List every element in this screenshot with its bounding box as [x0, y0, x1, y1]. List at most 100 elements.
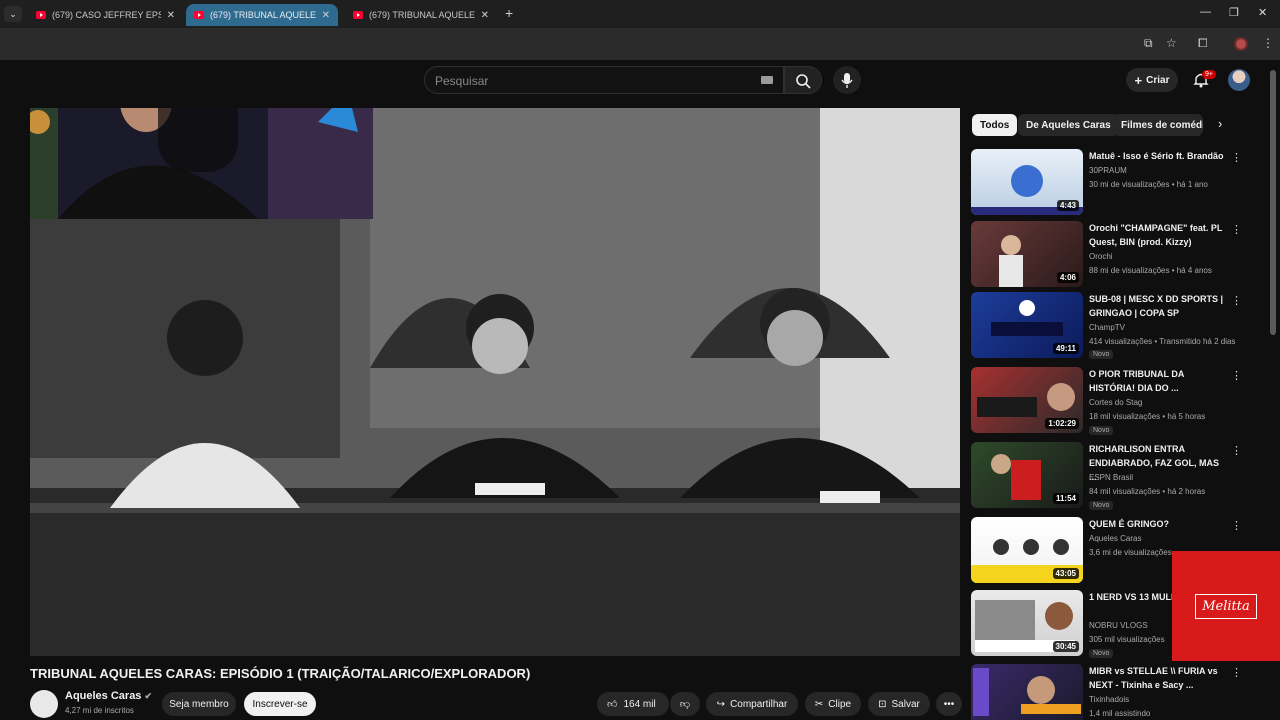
tab-title: (679) TRIBUNAL AQUELES CAR: [369, 10, 475, 20]
thumbs-down-icon: 👎︎: [679, 699, 691, 710]
tab-title: (679) CASO JEFFREY EPSTEIN C: [52, 10, 161, 20]
recommendation-meta: 305 mil visualizações: [1089, 635, 1165, 644]
recommendation-item[interactable]: MIBR vs STELLAE \\ FURIA vs NEXT - Tixin…: [971, 664, 1261, 720]
channel-avatar[interactable]: [30, 690, 58, 718]
video-thumbnail[interactable]: 11:54: [971, 442, 1083, 508]
browser-tab-active[interactable]: (679) TRIBUNAL AQUELES CAR ✕: [186, 4, 338, 26]
save-button[interactable]: ⊡ Salvar: [868, 692, 930, 716]
minimize-icon[interactable]: —: [1200, 6, 1211, 18]
ad-brand-logo: Melitta: [1195, 593, 1257, 619]
video-title: TRIBUNAL AQUELES CARAS: EPISÓDIO 1 (TRAI…: [30, 666, 531, 681]
video-thumbnail[interactable]: 1:02:29: [971, 367, 1083, 433]
recommendation-item[interactable]: 11:54 RICHARLISON ENTRA ENDIABRADO, FAZ …: [971, 442, 1261, 510]
recommendation-channel[interactable]: Aqueles Caras: [1089, 534, 1141, 543]
recommendation-title: Matuê - Isso é Sério ft. Brandão: [1089, 151, 1224, 161]
browser-tab[interactable]: (679) TRIBUNAL AQUELES CAR ✕: [345, 4, 497, 26]
more-vertical-icon[interactable]: ⋮: [1231, 444, 1242, 457]
channel-name[interactable]: Aqueles Caras ✔: [65, 690, 152, 702]
chevron-right-icon[interactable]: ›: [1218, 116, 1222, 131]
more-vertical-icon[interactable]: ⋮: [1231, 369, 1242, 382]
tab-search-button[interactable]: ⌄: [4, 6, 22, 22]
voice-search-button[interactable]: [833, 66, 861, 94]
keyboard-icon[interactable]: [761, 76, 773, 84]
new-badge: Novo: [1089, 501, 1114, 510]
recommendation-channel[interactable]: ChampTV: [1089, 323, 1125, 332]
more-vertical-icon[interactable]: ⋮: [1231, 294, 1242, 307]
tab-title: (679) TRIBUNAL AQUELES CAR: [210, 10, 316, 20]
browser-tab[interactable]: (679) CASO JEFFREY EPSTEIN C ✕: [28, 4, 183, 26]
recommendation-item[interactable]: 1:02:29 O PIOR TRIBUNAL DA HISTÓRIA! DIA…: [971, 367, 1261, 435]
notification-count-badge: 9+: [1202, 70, 1216, 79]
melitta-ad-overlay[interactable]: Melitta: [1172, 551, 1280, 661]
browser-menu-icon[interactable]: ⋮: [1262, 36, 1274, 50]
more-vertical-icon[interactable]: ⋮: [1231, 519, 1242, 532]
account-avatar[interactable]: [1228, 69, 1250, 91]
recommendation-meta: 30 mi de visualizações • há 1 ano: [1089, 180, 1208, 189]
bookmark-star-icon[interactable]: ☆: [1166, 36, 1177, 50]
close-tab-icon[interactable]: ✕: [322, 10, 330, 21]
video-duration: 4:06: [1056, 272, 1079, 283]
video-duration: 4:43: [1056, 200, 1079, 211]
video-player[interactable]: [30, 108, 960, 656]
streamer-webcam-image: [30, 108, 373, 219]
video-thumbnail[interactable]: [971, 664, 1083, 720]
new-tab-button[interactable]: +: [505, 5, 513, 21]
recommendation-item[interactable]: 49:11 SUB-08 | MESC X DD SPORTS | GRINGA…: [971, 292, 1261, 359]
video-thumbnail[interactable]: 4:43: [971, 149, 1083, 215]
recommendation-channel[interactable]: Cortes do Stag: [1089, 398, 1142, 407]
join-button[interactable]: Seja membro: [162, 692, 236, 716]
recommendation-item[interactable]: 4:06 Orochi "CHAMPAGNE" feat. PL Quest, …: [971, 221, 1261, 287]
recommendation-channel[interactable]: 30PRAUM: [1089, 166, 1127, 175]
more-vertical-icon[interactable]: ⋮: [1231, 223, 1242, 236]
close-tab-icon[interactable]: ✕: [167, 10, 175, 21]
recommendation-item[interactable]: 4:43 Matuê - Isso é Sério ft. Brandão 30…: [971, 149, 1261, 215]
browser-profile-avatar[interactable]: [1234, 37, 1248, 51]
share-button[interactable]: ↪ Compartilhar: [706, 692, 798, 716]
create-label: Criar: [1146, 74, 1170, 86]
recommendation-meta: 414 visualizações • Transmitido há 2 dia…: [1089, 337, 1236, 346]
thumbs-up-icon: 👍︎: [607, 699, 618, 710]
search-input[interactable]: Pesquisar: [424, 66, 784, 94]
video-thumbnail[interactable]: 49:11: [971, 292, 1083, 358]
recommendation-channel[interactable]: Tixinhadois: [1089, 695, 1129, 704]
search-button[interactable]: [784, 66, 822, 94]
more-actions-button[interactable]: •••: [936, 692, 962, 716]
plus-icon: +: [1134, 72, 1143, 88]
close-window-icon[interactable]: ✕: [1258, 6, 1267, 19]
chip-all[interactable]: Todos: [972, 114, 1018, 136]
video-thumbnail[interactable]: 30:45: [971, 590, 1083, 656]
save-label: Salvar: [891, 698, 920, 710]
extensions-icon[interactable]: ⧠: [1198, 36, 1208, 51]
clip-button[interactable]: ✂ Clipe: [805, 692, 861, 716]
webcam-overlay: [30, 108, 373, 219]
chip-channel[interactable]: De Aqueles Caras: [1018, 114, 1119, 136]
subscribe-button[interactable]: Inscrever-se: [244, 692, 316, 716]
video-duration: 30:45: [1052, 641, 1079, 652]
thumbnail-image: [973, 668, 1081, 716]
chip-comedy[interactable]: Filmes de comédia: [1113, 114, 1203, 136]
more-vertical-icon[interactable]: ⋮: [1231, 666, 1242, 679]
scrollbar[interactable]: [1270, 70, 1276, 335]
video-thumbnail[interactable]: 43:05: [971, 517, 1083, 583]
dislike-button[interactable]: 👎︎: [670, 692, 700, 716]
new-badge: Novo: [1089, 649, 1114, 658]
youtube-favicon-icon: [353, 11, 363, 19]
maximize-icon[interactable]: ❐: [1229, 6, 1239, 19]
close-tab-icon[interactable]: ✕: [481, 10, 489, 21]
create-button[interactable]: + Criar: [1126, 68, 1178, 92]
recommendation-channel[interactable]: ESPN Brasil: [1089, 473, 1133, 482]
recommendation-meta: 88 mi de visualizações • há 4 anos: [1089, 266, 1212, 275]
video-thumbnail[interactable]: 4:06: [971, 221, 1083, 287]
bookmark-icon: ⊡: [878, 698, 887, 710]
more-vertical-icon[interactable]: ⋮: [1231, 151, 1242, 164]
screen: ⌄ (679) CASO JEFFREY EPSTEIN C ✕ (679) T…: [0, 0, 1280, 720]
like-button[interactable]: 👍︎ 164 mil: [597, 692, 669, 716]
like-count: 164 mil: [623, 698, 656, 710]
video-duration: 43:05: [1052, 568, 1079, 579]
recommendation-channel[interactable]: NOBRU VLOGS: [1089, 621, 1148, 630]
cast-icon[interactable]: ⧉: [1144, 36, 1153, 51]
microphone-icon: [841, 73, 853, 88]
video-duration: 49:11: [1052, 343, 1079, 354]
recommendation-channel[interactable]: Orochi: [1089, 252, 1113, 261]
recommendation-title: O PIOR TRIBUNAL DA HISTÓRIA! DIA DO ...: [1089, 369, 1185, 393]
